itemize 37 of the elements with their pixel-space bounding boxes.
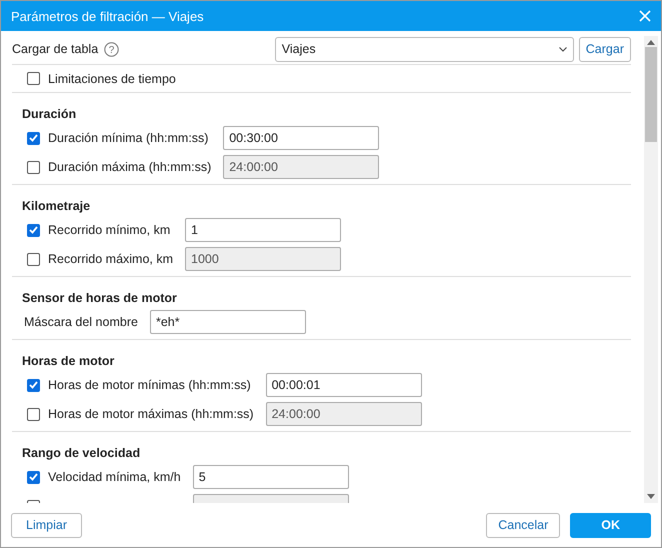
table-select[interactable]: Viajes: [274, 36, 574, 62]
field-label: Horas de motor máximas (hh:mm:ss): [48, 407, 254, 421]
cancel-button[interactable]: Cancelar: [486, 512, 560, 538]
field-label: Duración mínima (hh:mm:ss): [48, 131, 208, 145]
input-field[interactable]: 1: [185, 218, 342, 242]
scroll-down-icon[interactable]: [647, 494, 655, 499]
caret-icon: [558, 46, 567, 52]
input-field[interactable]: *eh*: [150, 310, 306, 334]
field-label: Cargar de tabla: [12, 42, 98, 56]
section-title: Sensor de horas de motor: [22, 291, 178, 305]
input-field[interactable]: 00:00:01: [266, 373, 422, 397]
load-button[interactable]: Cargar: [578, 36, 631, 62]
section-title: Kilometraje: [22, 199, 92, 213]
section-title: Rango de velocidad: [22, 446, 142, 460]
input-field[interactable]: 00:30:00: [223, 126, 380, 150]
field-label: Recorrido máximo, km: [48, 252, 174, 266]
close-icon[interactable]: [639, 10, 651, 22]
window-title: Parámetros de filtración — Viajes: [11, 8, 204, 24]
scrollbar[interactable]: [644, 36, 658, 503]
checkbox[interactable]: [27, 132, 40, 144]
field-label: Velocidad mínima, km/h: [48, 470, 181, 484]
field-label: Máscara del nombre: [24, 315, 138, 329]
scrollbar-thumb[interactable]: [645, 47, 657, 142]
help-icon[interactable]: ?: [104, 42, 120, 56]
checkbox[interactable]: [27, 224, 40, 236]
field-label: Recorrido mínimo, km: [48, 223, 170, 237]
section-title: Horas de motor: [22, 354, 116, 368]
checkbox[interactable]: [27, 470, 40, 484]
checkbox[interactable]: [27, 378, 40, 392]
field-label: Horas de motor mínimas (hh:mm:ss): [48, 378, 251, 392]
field-label: Duración máxima (hh:mm:ss): [48, 160, 212, 174]
scroll-up-icon[interactable]: [647, 40, 655, 45]
section-title: Duración: [22, 107, 78, 121]
checkbox[interactable]: [27, 72, 40, 85]
checkbox-label: Limitaciones de tiempo: [48, 72, 176, 86]
input-field[interactable]: 5: [192, 465, 349, 489]
clear-button[interactable]: Limpiar: [11, 512, 82, 538]
